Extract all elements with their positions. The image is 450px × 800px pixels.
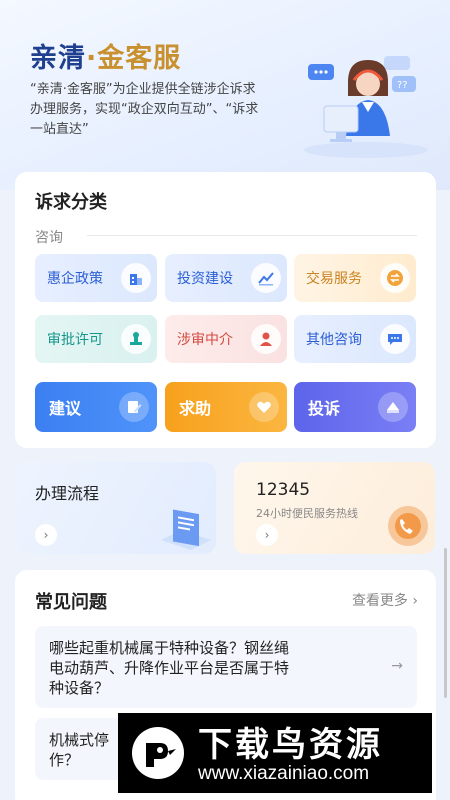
tile-label: 交易服务 bbox=[306, 271, 362, 287]
category-title: 诉求分类 bbox=[35, 192, 107, 213]
stamp-icon bbox=[121, 324, 151, 354]
edit-icon bbox=[119, 392, 149, 422]
hotline-caption: 24小时便民服务热线 bbox=[256, 507, 358, 520]
tile-trade[interactable]: 交易服务 bbox=[294, 254, 416, 302]
app-title: 亲清·金客服 bbox=[30, 36, 181, 75]
handshake-heart-icon bbox=[249, 392, 279, 422]
hero-banner: 亲清·金客服 “亲清·金客服”为企业提供全链涉企诉求办理服务，实现“政企双向互动… bbox=[0, 0, 450, 190]
tile-label: 惠企政策 bbox=[47, 271, 103, 287]
tile-label: 审批许可 bbox=[47, 332, 103, 348]
chevron-right-icon: › bbox=[256, 524, 278, 546]
complaint-icon bbox=[378, 392, 408, 422]
tile-other-consult[interactable]: 其他咨询 bbox=[294, 315, 416, 363]
complaint-button[interactable]: 投诉 bbox=[294, 382, 416, 432]
document-stack-icon bbox=[161, 509, 211, 550]
question-line: 电动葫芦、升降作业平台是否属于特 bbox=[49, 659, 290, 677]
question-line: 哪些起重机械属于特种设备？钢丝绳 bbox=[49, 639, 290, 657]
tile-label: 投资建设 bbox=[177, 271, 233, 287]
watermark-url: www.xiazainiao.com bbox=[198, 763, 370, 784]
app-description: “亲清·金客服”为企业提供全链涉企诉求办理服务，实现“政企双向互动”、“诉求一站… bbox=[30, 82, 259, 137]
tile-approval[interactable]: 审批许可 bbox=[35, 315, 157, 363]
watermark-banner: 下载鸟资源 www.xiazainiao.com bbox=[118, 713, 432, 793]
svg-text:??: ?? bbox=[397, 80, 408, 91]
faq-item[interactable]: 哪些起重机械属于特种设备？钢丝绳 电动葫芦、升降作业平台是否属于特 种设备？ → bbox=[35, 626, 417, 708]
process-card[interactable]: 办理流程 › bbox=[15, 462, 216, 554]
suggestion-button[interactable]: 建议 bbox=[35, 382, 157, 432]
scrollbar[interactable] bbox=[444, 548, 447, 698]
action-label: 建议 bbox=[49, 399, 82, 418]
tile-investment[interactable]: 投资建设 bbox=[165, 254, 287, 302]
consult-divider bbox=[87, 235, 417, 236]
view-more-link[interactable]: 查看更多 › bbox=[352, 590, 418, 610]
category-card: 诉求分类 咨询 惠企政策 投资建设 交易服务 审批许可 涉审中介 其他咨询 建议… bbox=[15, 172, 436, 448]
process-title: 办理流程 bbox=[35, 484, 100, 503]
watermark-title: 下载鸟资源 bbox=[198, 725, 383, 765]
chat-icon bbox=[380, 324, 410, 354]
action-label: 投诉 bbox=[308, 399, 341, 418]
hotline-card[interactable]: 12345 24小时便民服务热线 › bbox=[234, 462, 435, 554]
exchange-icon bbox=[380, 263, 410, 293]
help-button[interactable]: 求助 bbox=[165, 382, 287, 432]
phone-icon bbox=[388, 506, 428, 546]
tile-policy[interactable]: 惠企政策 bbox=[35, 254, 157, 302]
question-line: 种设备？ bbox=[49, 679, 110, 697]
arrow-right-icon: → bbox=[391, 658, 403, 674]
question-line: 作？ bbox=[49, 751, 80, 769]
hotline-number: 12345 bbox=[256, 480, 311, 500]
question-text: 机械式停 作？ bbox=[49, 730, 109, 770]
building-icon bbox=[121, 263, 151, 293]
trend-chart-icon bbox=[251, 263, 281, 293]
faq-title: 常见问题 bbox=[35, 592, 107, 613]
chevron-right-icon: › bbox=[35, 524, 57, 546]
tile-intermediary[interactable]: 涉审中介 bbox=[165, 315, 287, 363]
chevron-right-icon: › bbox=[412, 593, 418, 609]
title-dot: · bbox=[86, 43, 98, 74]
title-part-b: 金客服 bbox=[97, 43, 182, 74]
consult-label: 咨询 bbox=[35, 230, 63, 246]
customer-service-illustration: ?? bbox=[304, 56, 428, 158]
action-label: 求助 bbox=[179, 399, 212, 418]
agent-icon bbox=[251, 324, 281, 354]
title-part-a: 亲清 bbox=[30, 43, 86, 74]
tile-label: 其他咨询 bbox=[306, 332, 362, 348]
question-text: 哪些起重机械属于特种设备？钢丝绳 电动葫芦、升降作业平台是否属于特 种设备？ bbox=[49, 638, 289, 698]
view-more-label: 查看更多 bbox=[351, 593, 408, 609]
question-line: 机械式停 bbox=[49, 731, 110, 749]
bird-logo-icon bbox=[132, 727, 184, 779]
tile-label: 涉审中介 bbox=[177, 332, 233, 348]
